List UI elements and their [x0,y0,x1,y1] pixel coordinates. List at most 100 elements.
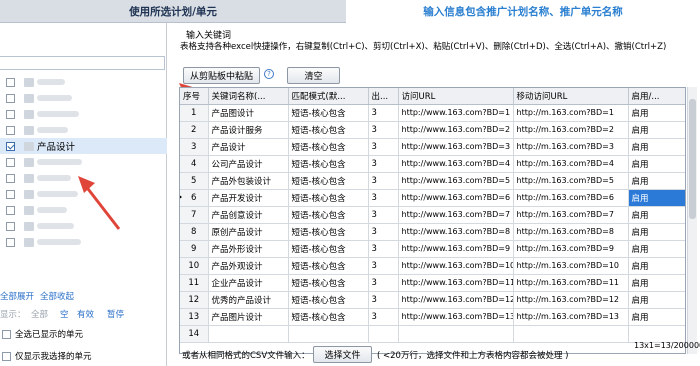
keyword-cell[interactable]: 产品外形设计 [208,240,289,258]
select-shown-option[interactable]: 全选已显示的单元 [2,328,83,340]
bid-cell[interactable]: 3 [368,206,399,224]
bid-cell[interactable]: 3 [368,223,399,241]
match-mode-cell[interactable]: 短语-核心包含 [288,223,369,241]
mobile-url-cell[interactable]: http://m.163.com?BD=3 [513,138,629,156]
tree-item-checkbox[interactable] [6,205,15,215]
status-cell[interactable] [628,325,685,343]
mobile-url-cell[interactable]: http://m.163.com?BD=6 [513,189,629,207]
keyword-cell[interactable]: 产品创意设计 [208,206,289,224]
url-cell[interactable]: http://www.163.com?BD=9 [398,240,514,258]
keyword-cell[interactable]: 产品外观设计 [208,257,289,275]
status-cell[interactable]: 启用 [628,104,685,122]
scrollbar-thumb[interactable] [689,99,696,219]
mobile-url-cell[interactable]: http://m.163.com?BD=12 [513,291,629,309]
bid-cell[interactable]: 3 [368,291,399,309]
bid-cell[interactable]: 3 [368,274,399,292]
status-cell[interactable]: 启用 [628,138,685,156]
table-row[interactable]: 2 产品设计服务 短语-核心包含 3 http://www.163.com?BD=2 ht… [180,121,685,139]
match-mode-cell[interactable]: 短语-核心包含 [288,206,369,224]
help-icon[interactable]: ? [264,69,274,79]
url-cell[interactable]: http://www.163.com?BD=13 [398,308,514,326]
tree-item[interactable] [0,122,167,138]
select-shown-checkbox[interactable] [2,329,11,339]
url-cell[interactable]: http://www.163.com?BD=8 [398,223,514,241]
table-row[interactable]: 7 产品创意设计 短语-核心包含 3 http://www.163.com?BD=7 ht… [180,206,685,224]
table-row[interactable]: 10 产品外观设计 短语-核心包含 3 http://www.163.com?BD=10… [180,257,685,275]
status-cell[interactable]: 启用 [628,121,685,139]
match-mode-cell[interactable]: 短语-核心包含 [288,138,369,156]
tree-item-checkbox[interactable] [6,173,15,183]
mobile-url-cell[interactable]: http://m.163.com?BD=10 [513,257,629,275]
mobile-url-cell[interactable]: http://m.163.com?BD=1 [513,104,629,122]
match-mode-cell[interactable]: 短语-核心包含 [288,155,369,173]
status-cell[interactable]: 启用 [628,257,685,275]
column-header[interactable]: 访问URL [398,88,514,105]
bid-cell[interactable] [368,325,399,343]
keyword-cell[interactable] [208,325,289,343]
bid-cell[interactable]: 3 [368,189,399,207]
url-cell[interactable]: http://www.163.com?BD=6 [398,189,514,207]
table-row[interactable]: 1 产品图设计 短语-核心包含 3 http://www.163.com?BD=1 htt… [180,104,685,122]
tab-input-with-names[interactable]: 输入信息包含推广计划名称、推广单元名称 [346,0,700,23]
grid-vertical-scrollbar[interactable] [687,87,697,354]
status-cell[interactable]: 启用 [628,240,685,258]
tree-item[interactable] [0,90,167,106]
table-row[interactable]: 5 产品外包装设计 短语-核心包含 3 http://www.163.com?BD=5 h… [180,172,685,190]
mobile-url-cell[interactable]: http://m.163.com?BD=11 [513,274,629,292]
tree-item-checkbox[interactable] [6,141,15,151]
status-cell[interactable]: 启用 [628,274,685,292]
mobile-url-cell[interactable]: http://m.163.com?BD=4 [513,155,629,173]
table-row[interactable]: 4 公司产品设计 短语-核心包含 3 http://www.163.com?BD=4 ht… [180,155,685,173]
status-cell[interactable]: 启用 [628,189,685,207]
tree-filter-input[interactable] [0,56,165,70]
show-active-link[interactable]: 有效 [77,308,94,320]
match-mode-cell[interactable]: 短语-核心包含 [288,104,369,122]
mobile-url-cell[interactable]: http://m.163.com?BD=5 [513,172,629,190]
choose-file-button[interactable]: 选择文件 [313,346,372,363]
tree-item[interactable] [0,106,167,122]
match-mode-cell[interactable] [288,325,369,343]
bid-cell[interactable]: 3 [368,240,399,258]
only-selected-option[interactable]: 仅显示我选择的单元 [2,350,92,362]
url-cell[interactable]: http://www.163.com?BD=11 [398,274,514,292]
clear-button[interactable]: 清空 [287,67,340,84]
column-header[interactable]: 出... [368,88,399,105]
show-empty-link[interactable]: 空 [60,308,69,320]
keyword-cell[interactable]: 产品开发设计 [208,189,289,207]
match-mode-cell[interactable]: 短语-核心包含 [288,291,369,309]
url-cell[interactable]: http://www.163.com?BD=10 [398,257,514,275]
url-cell[interactable] [398,325,514,343]
mobile-url-cell[interactable]: http://m.163.com?BD=8 [513,223,629,241]
tab-use-selected-plan[interactable]: 使用所选计划/单元 [0,0,346,23]
match-mode-cell[interactable]: 短语-核心包含 [288,189,369,207]
keyword-cell[interactable]: 产品设计 [208,138,289,156]
keyword-cell[interactable]: 产品设计服务 [208,121,289,139]
status-cell[interactable]: 启用 [628,291,685,309]
tree-item[interactable] [0,234,167,250]
status-cell[interactable]: 启用 [628,206,685,224]
column-header[interactable]: 匹配模式(默... [288,88,369,105]
mobile-url-cell[interactable] [513,325,629,343]
table-row[interactable]: 6 产品开发设计 短语-核心包含 3 http://www.163.com?BD=6 ht… [180,189,685,207]
bid-cell[interactable]: 3 [368,308,399,326]
tree-item-checkbox[interactable] [6,157,15,167]
table-row[interactable]: 12 优秀的产品设计 短语-核心包含 3 http://www.163.com?BD=1… [180,291,685,309]
tree-item-checkbox[interactable] [6,189,15,199]
column-header[interactable]: 启用/... [628,88,685,105]
status-cell[interactable]: 启用 [628,308,685,326]
match-mode-cell[interactable]: 短语-核心包含 [288,121,369,139]
tree-item-checkbox[interactable] [6,125,15,135]
bid-cell[interactable]: 3 [368,257,399,275]
status-cell[interactable]: 启用 [628,223,685,241]
match-mode-cell[interactable]: 短语-核心包含 [288,172,369,190]
expand-all-link[interactable]: 全部展开 [0,290,34,302]
column-header[interactable]: 关键词名称(... [208,88,289,105]
table-row[interactable]: 9 产品外形设计 短语-核心包含 3 http://www.163.com?BD=9 ht… [180,240,685,258]
match-mode-cell[interactable]: 短语-核心包含 [288,274,369,292]
mobile-url-cell[interactable]: http://m.163.com?BD=2 [513,121,629,139]
url-cell[interactable]: http://www.163.com?BD=2 [398,121,514,139]
show-paused-link[interactable]: 暂停 [107,308,124,320]
keyword-cell[interactable]: 企业产品设计 [208,274,289,292]
table-row[interactable]: 8 原创产品设计 短语-核心包含 3 http://www.163.com?BD=8 ht… [180,223,685,241]
status-cell[interactable]: 启用 [628,172,685,190]
